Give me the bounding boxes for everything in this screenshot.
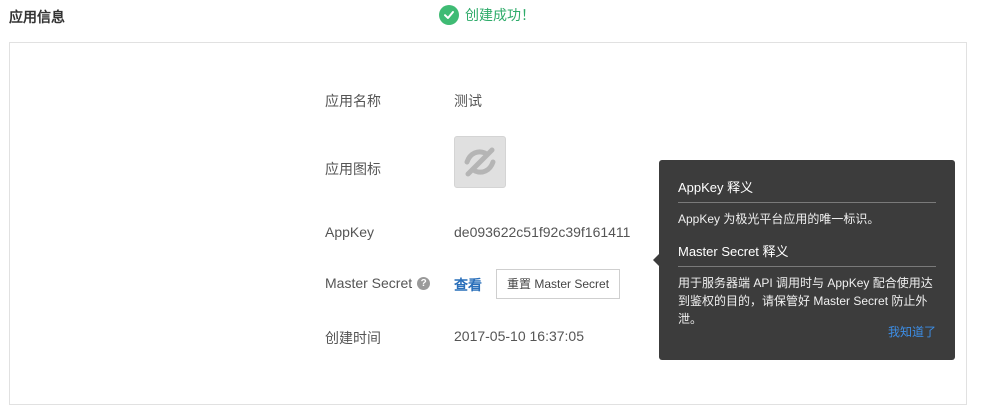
created-time-value: 2017-05-10 16:37:05 [454, 328, 584, 344]
app-icon-label: 应用图标 [325, 161, 381, 177]
success-message: 创建成功！ [439, 5, 535, 25]
app-name-label: 应用名称 [325, 93, 381, 109]
help-icon[interactable]: ? [417, 276, 431, 290]
tooltip-appkey-desc: AppKey 为极光平台应用的唯一标识。 [678, 212, 880, 226]
check-circle-icon [439, 5, 459, 25]
page-title: 应用信息 [9, 9, 65, 25]
created-time-label: 创建时间 [325, 330, 381, 346]
tooltip-dismiss-link[interactable]: 我知道了 [888, 323, 936, 340]
view-secret-link[interactable]: 查看 [454, 275, 482, 295]
appkey-value: de093622c51f92c39f161411 [454, 224, 631, 240]
reset-master-secret-button[interactable]: 重置 Master Secret [496, 269, 621, 299]
master-secret-label-text: Master Secret [325, 275, 413, 291]
app-name-value: 测试 [454, 93, 482, 109]
success-text: 创建成功！ [465, 7, 535, 23]
appkey-label: AppKey [325, 224, 375, 240]
tooltip-appkey-title: AppKey 释义 [678, 177, 936, 203]
master-secret-label: Master Secret ? [325, 275, 431, 291]
tooltip-secret-title: Master Secret 释义 [678, 241, 936, 267]
help-tooltip: AppKey 释义 AppKey 为极光平台应用的唯一标识。 Master Se… [653, 160, 955, 360]
app-placeholder-icon[interactable] [454, 136, 506, 188]
tooltip-secret-desc: 用于服务器端 API 调用时与 AppKey 配合使用达到鉴权的目的，请保管好 … [678, 276, 933, 326]
